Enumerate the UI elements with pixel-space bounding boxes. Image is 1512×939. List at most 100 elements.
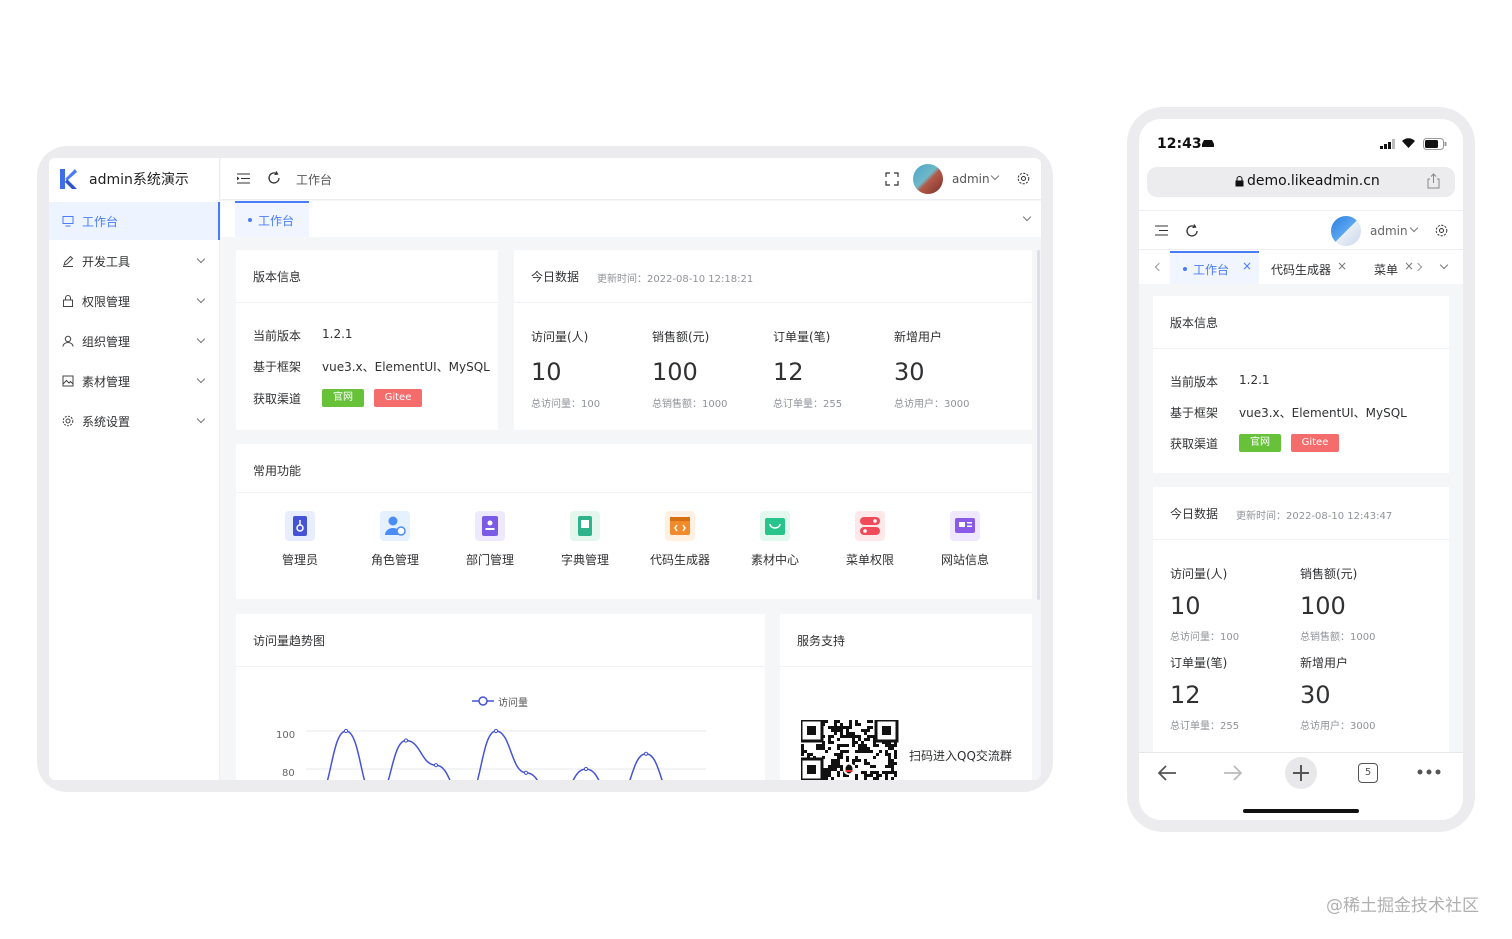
function-material-center[interactable]: 素材中心: [735, 511, 815, 568]
sidebar: admin系统演示 工作台 开发工具 权限管理 组织管理 素材管理 系统设置: [49, 158, 220, 780]
url-text: demo.likeadmin.cn: [1247, 173, 1380, 189]
data-point: [643, 751, 649, 756]
sidebar-item-permissions[interactable]: 权限管理: [49, 282, 220, 320]
sidebar-item-label: 组织管理: [82, 334, 131, 349]
website-info-icon: [950, 511, 980, 541]
function-website-info[interactable]: 网站信息: [925, 511, 1005, 568]
sidebar-item-settings[interactable]: 系统设置: [49, 402, 220, 440]
function-departments[interactable]: 部门管理: [450, 511, 530, 568]
user-name[interactable]: admin: [952, 172, 990, 186]
official-site-button[interactable]: 官网: [1239, 434, 1281, 452]
official-site-button[interactable]: 官网: [322, 389, 364, 407]
menu-fold-icon[interactable]: [237, 173, 250, 184]
sidebar-item-organization[interactable]: 组织管理: [49, 322, 220, 360]
function-roles[interactable]: 角色管理: [355, 511, 435, 568]
sidebar-item-label: 开发工具: [82, 254, 131, 269]
function-menu-permissions[interactable]: 菜单权限: [830, 511, 910, 568]
gear-icon: [62, 415, 74, 427]
phone-version-card: 版本信息 当前版本 1.2.1 基于框架 vue3.x、ElementUI、My…: [1153, 296, 1449, 473]
breadcrumb[interactable]: 工作台: [296, 171, 332, 188]
avatar[interactable]: [1331, 216, 1361, 246]
refresh-icon[interactable]: [267, 171, 281, 185]
sidebar-item-materials[interactable]: 素材管理: [49, 362, 220, 400]
qr-caption: 扫码进入QQ交流群: [909, 749, 1012, 763]
divider: [514, 302, 1032, 303]
chevron-down-icon[interactable]: [1409, 223, 1419, 233]
scrollbar[interactable]: [1037, 250, 1040, 600]
top-navbar: 工作台 admin: [221, 158, 1041, 200]
forward-arrow-icon[interactable]: [1222, 764, 1244, 782]
more-icon[interactable]: [1417, 769, 1441, 775]
settings-gear-icon[interactable]: [1017, 172, 1030, 185]
wifi-icon: [1402, 138, 1415, 148]
tab-workbench[interactable]: 工作台: [235, 201, 309, 237]
stat-label: 销售额(元): [1300, 567, 1358, 581]
signal-icon: [1380, 139, 1395, 149]
tabs-dropdown-icon[interactable]: [1439, 260, 1449, 270]
stat-sub: 总销售额：1000: [1300, 632, 1376, 643]
menu-fold-icon[interactable]: [1155, 225, 1168, 236]
back-arrow-icon[interactable]: [1156, 764, 1178, 782]
function-code-generator[interactable]: 代码生成器: [640, 511, 720, 568]
desktop-frame: admin系统演示 工作台 开发工具 权限管理 组织管理 素材管理 系统设置 工…: [37, 146, 1053, 792]
stat-value: 10: [1170, 592, 1201, 620]
chevron-down-icon: [196, 374, 206, 384]
close-icon[interactable]: ×: [1337, 259, 1347, 273]
sidebar-item-workbench[interactable]: 工作台: [49, 202, 220, 240]
legend-marker-icon: [472, 696, 494, 706]
chevron-down-icon: [196, 254, 206, 264]
data-point: [493, 728, 499, 734]
update-time: 更新时间：2022-08-10 12:18:21: [597, 274, 754, 285]
share-icon[interactable]: [1427, 173, 1440, 189]
address-bar[interactable]: demo.likeadmin.cn: [1147, 167, 1455, 197]
new-tab-button[interactable]: [1285, 757, 1317, 789]
role-icon: [380, 511, 410, 541]
fullscreen-icon[interactable]: [885, 172, 899, 186]
tab-workbench[interactable]: 工作台 ×: [1170, 251, 1259, 284]
chevron-down-icon: [196, 294, 206, 304]
function-admin[interactable]: 管理员: [260, 511, 340, 568]
stat-value: 12: [1170, 681, 1201, 709]
function-dictionary[interactable]: 字典管理: [545, 511, 625, 568]
refresh-icon[interactable]: [1185, 224, 1199, 238]
stat-label: 访问量(人): [1170, 567, 1228, 581]
close-icon[interactable]: ×: [1242, 259, 1252, 273]
version-value: 1.2.1: [1239, 373, 1270, 387]
stat-value: 30: [1300, 681, 1331, 709]
desktop-screen: admin系统演示 工作台 开发工具 权限管理 组织管理 素材管理 系统设置 工…: [49, 158, 1041, 780]
active-dot-icon: [248, 218, 252, 222]
sidebar-item-devtools[interactable]: 开发工具: [49, 242, 220, 280]
version-card: 版本信息 当前版本 1.2.1 基于框架 vue3.x、ElementUI、My…: [236, 250, 498, 430]
function-label: 代码生成器: [649, 553, 710, 567]
divider: [1153, 348, 1449, 349]
gitee-button[interactable]: Gitee: [374, 389, 422, 407]
chevron-down-icon[interactable]: [990, 171, 1000, 181]
function-label: 字典管理: [560, 553, 609, 567]
menu-permission-icon: [855, 511, 885, 541]
tab-code-generator[interactable]: 代码生成器: [1271, 261, 1331, 278]
stat-label: 订单量(笔): [1170, 656, 1228, 670]
data-point: [403, 738, 409, 743]
tab-menu[interactable]: 菜单: [1374, 261, 1398, 278]
chevron-down-icon: [196, 414, 206, 424]
divider: [1153, 539, 1449, 540]
tabs-right-arrow-icon[interactable]: [1413, 262, 1423, 272]
gitee-button[interactable]: Gitee: [1291, 434, 1339, 452]
close-icon[interactable]: ×: [1404, 259, 1414, 273]
tabs-bar: 工作台: [221, 201, 1041, 237]
phone-today-card: 今日数据 更新时间：2022-08-10 12:43:47 访问量(人) 10 …: [1153, 487, 1449, 752]
battery-icon: [1423, 138, 1447, 150]
card-title: 常用功能: [253, 464, 302, 478]
version-label: 当前版本: [253, 329, 302, 343]
tabs-left-arrow-icon[interactable]: [1154, 262, 1164, 272]
divider: [236, 492, 1032, 493]
version-value: 1.2.1: [322, 327, 353, 341]
avatar[interactable]: [913, 164, 943, 194]
settings-gear-icon[interactable]: [1435, 224, 1448, 237]
stat-label: 访问量(人): [531, 330, 589, 344]
phone-tabs-bar: 工作台 × 代码生成器 × 菜单 ×: [1139, 251, 1463, 284]
tab-count-button[interactable]: 5: [1358, 763, 1378, 783]
tabs-dropdown-icon[interactable]: [1022, 212, 1032, 222]
code-generator-icon: [665, 511, 695, 541]
user-name[interactable]: admin: [1370, 224, 1408, 238]
